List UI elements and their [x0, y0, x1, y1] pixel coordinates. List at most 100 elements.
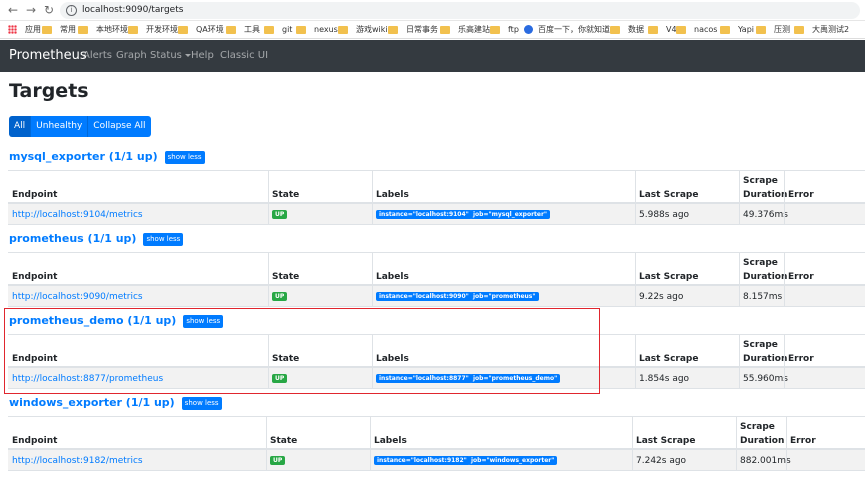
- section-title-link[interactable]: prometheus (1/1 up): [9, 232, 136, 246]
- col-last-scrape: Last Scrape: [639, 354, 699, 364]
- nav-help[interactable]: Help: [191, 50, 214, 62]
- collapse-all-button[interactable]: Collapse All: [88, 116, 151, 137]
- endpoint-link[interactable]: http://localhost:9090/metrics: [12, 291, 143, 303]
- scrape-duration-value: 55.960ms: [743, 374, 788, 384]
- col-last-scrape: Last Scrape: [639, 190, 699, 200]
- bookmark-apps[interactable]: 应用: [8, 24, 41, 35]
- col-error: Error: [788, 272, 814, 282]
- column-divider: [635, 253, 636, 307]
- folder-icon: [440, 25, 450, 34]
- label-badge: job="prometheus": [470, 292, 539, 301]
- show-less-button[interactable]: show less: [181, 396, 222, 410]
- column-divider: [372, 171, 373, 225]
- reload-icon[interactable]: ↻: [44, 3, 54, 17]
- show-less-button[interactable]: show less: [164, 150, 205, 164]
- info-icon[interactable]: i: [66, 5, 77, 16]
- endpoint-link[interactable]: http://localhost:9104/metrics: [12, 209, 143, 221]
- label-badge: instance="localhost:9090": [376, 292, 472, 301]
- bookmark-item[interactable]: 本地环境: [78, 24, 128, 35]
- folder-icon: [296, 25, 306, 34]
- col-error: Error: [788, 354, 814, 364]
- page-title: Targets: [9, 80, 89, 102]
- state-badge: UP: [270, 456, 286, 465]
- col-state: State: [270, 436, 298, 446]
- nav-status[interactable]: Status: [150, 50, 191, 62]
- section-header: mysql_exporter (1/1 up) show less: [9, 150, 205, 164]
- bookmark-item[interactable]: ftp: [490, 24, 519, 35]
- col-endpoint: Endpoint: [12, 436, 58, 446]
- bookmark-item[interactable]: 大禹测试2: [794, 24, 849, 35]
- bookmark-item[interactable]: 百度一下，你就知道: [524, 24, 610, 35]
- forward-icon[interactable]: →: [26, 3, 36, 17]
- label-badge: instance="localhost:9104": [376, 210, 472, 219]
- label-badge: job="mysql_exporter": [470, 210, 551, 219]
- col-scrape-duration: Scrape: [740, 422, 775, 432]
- nav-classic-ui[interactable]: Classic UI: [220, 50, 268, 62]
- section-title-link[interactable]: mysql_exporter (1/1 up): [9, 150, 158, 164]
- scrape-duration-value: 8.157ms: [743, 292, 783, 302]
- col-labels: Labels: [376, 190, 409, 200]
- target-section-mysql-exporter: mysql_exporter (1/1 up) show less Endpoi…: [0, 150, 865, 225]
- folder-icon: [648, 25, 658, 34]
- section-title-link[interactable]: windows_exporter (1/1 up): [9, 396, 175, 410]
- bookmark-item[interactable]: Yapi: [720, 24, 754, 35]
- filter-unhealthy-button[interactable]: Unhealthy: [31, 116, 89, 137]
- col-scrape-duration: Duration: [740, 436, 785, 446]
- nav-alerts[interactable]: Alerts: [83, 50, 112, 62]
- col-labels: Labels: [376, 272, 409, 282]
- folder-icon: [264, 25, 274, 34]
- show-less-button[interactable]: show less: [143, 232, 184, 246]
- column-divider: [786, 417, 787, 471]
- column-divider: [268, 171, 269, 225]
- folder-icon: [78, 25, 88, 34]
- scrape-duration-value: 49.376ms: [743, 210, 788, 220]
- section-header: prometheus (1/1 up) show less: [9, 232, 184, 246]
- col-endpoint: Endpoint: [12, 190, 58, 200]
- col-scrape-duration: Duration: [743, 354, 788, 364]
- last-scrape-value: 5.988s ago: [639, 210, 690, 220]
- bookmark-item[interactable]: QA环境: [178, 24, 224, 35]
- bookmark-item[interactable]: 开发环境: [128, 24, 178, 35]
- bookmark-item[interactable]: 工具: [226, 24, 260, 35]
- col-error: Error: [788, 190, 814, 200]
- back-icon[interactable]: ←: [8, 3, 18, 17]
- filter-all-button[interactable]: All: [9, 116, 32, 137]
- baidu-icon: [524, 25, 533, 34]
- bookmark-item[interactable]: nacos: [676, 24, 717, 35]
- col-state: State: [272, 190, 300, 200]
- url-text: localhost:9090/targets: [82, 5, 184, 15]
- col-last-scrape: Last Scrape: [639, 272, 699, 282]
- nav-graph[interactable]: Graph: [116, 50, 147, 62]
- bookmark-item[interactable]: 日常事务: [388, 24, 438, 35]
- endpoint-link[interactable]: http://localhost:9182/metrics: [12, 455, 143, 467]
- bookmark-item[interactable]: 压测: [756, 24, 790, 35]
- folder-icon: [128, 25, 138, 34]
- bookmark-item[interactable]: git: [264, 24, 292, 35]
- scrape-duration-value: 882.001ms: [740, 456, 791, 466]
- address-bar[interactable]: i localhost:9090/targets: [60, 2, 860, 19]
- column-divider: [635, 335, 636, 389]
- browser-toolbar: ← → ↻ i localhost:9090/targets: [0, 0, 865, 21]
- column-divider: [370, 417, 371, 471]
- folder-icon: [490, 25, 500, 34]
- label-badge: instance="localhost:9182": [374, 456, 470, 465]
- bookmark-item[interactable]: 乐高建站: [440, 24, 490, 35]
- col-last-scrape: Last Scrape: [636, 436, 696, 446]
- bookmark-item[interactable]: 游戏wiki: [338, 24, 388, 35]
- table-header: Endpoint State Labels Last Scrape Scrape…: [8, 253, 865, 286]
- column-divider: [635, 171, 636, 225]
- last-scrape-value: 7.242s ago: [636, 456, 687, 466]
- bookmark-item[interactable]: V4: [648, 24, 677, 35]
- column-divider: [266, 417, 267, 471]
- last-scrape-value: 1.854s ago: [639, 374, 690, 384]
- brand-logo[interactable]: Prometheus: [9, 48, 87, 63]
- state-badge: UP: [272, 292, 288, 301]
- column-divider: [372, 253, 373, 307]
- bookmark-item[interactable]: nexus: [296, 24, 338, 35]
- folder-icon: [338, 25, 348, 34]
- bookmark-item[interactable]: 常用: [42, 24, 76, 35]
- folder-icon: [388, 25, 398, 34]
- last-scrape-value: 9.22s ago: [639, 292, 684, 302]
- column-divider: [268, 253, 269, 307]
- bookmark-item[interactable]: 数据: [610, 24, 644, 35]
